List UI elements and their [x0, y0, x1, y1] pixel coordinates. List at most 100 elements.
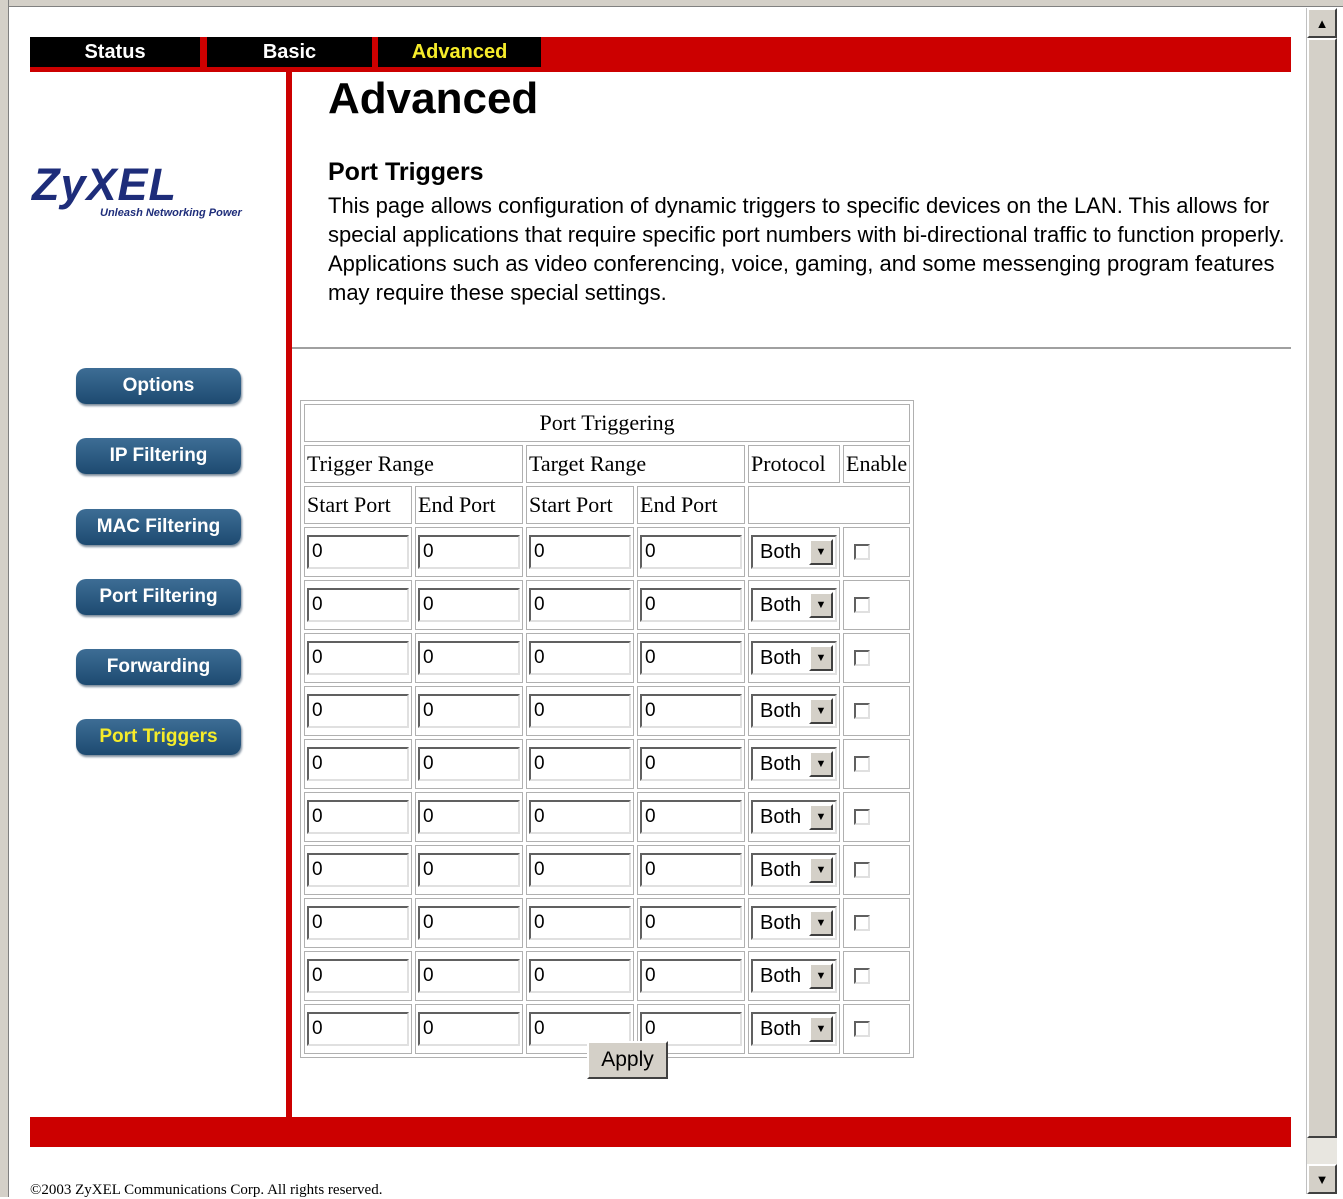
trigger-start-port-input[interactable] [307, 959, 409, 993]
target-end-port-input[interactable] [640, 535, 742, 569]
trigger-start-port-input[interactable] [307, 747, 409, 781]
target-end-port-input[interactable] [640, 959, 742, 993]
enable-checkbox[interactable] [854, 862, 870, 878]
chevron-down-icon[interactable]: ▼ [809, 1016, 833, 1042]
trigger-start-port-input[interactable] [307, 906, 409, 940]
protocol-select[interactable]: Both ▼ [751, 641, 837, 675]
sidebar-item-port-triggers[interactable]: Port Triggers [76, 719, 241, 755]
tab-basic[interactable]: Basic [207, 37, 372, 67]
table-caption: Port Triggering [304, 404, 911, 442]
window-frame-left [0, 0, 9, 1197]
copyright-text: ©2003 ZyXEL Communications Corp. All rig… [30, 1182, 383, 1198]
scroll-up-arrow-icon[interactable]: ▲ [1307, 8, 1337, 38]
sidebar-item-port-filtering[interactable]: Port Filtering [76, 579, 241, 615]
protocol-select[interactable]: Both ▼ [751, 959, 837, 993]
target-start-port-input[interactable] [529, 800, 631, 834]
port-cell [526, 686, 634, 736]
port-cell [415, 739, 523, 789]
chevron-down-icon[interactable]: ▼ [809, 698, 833, 724]
enable-checkbox[interactable] [854, 915, 870, 931]
trigger-end-port-input[interactable] [418, 959, 520, 993]
enable-checkbox[interactable] [854, 968, 870, 984]
target-start-port-input[interactable] [529, 694, 631, 728]
tab-advanced[interactable]: Advanced [378, 37, 541, 67]
trigger-end-port-input[interactable] [418, 853, 520, 887]
target-end-port-input[interactable] [640, 800, 742, 834]
vertical-scrollbar[interactable]: ▲ ▼ [1306, 8, 1337, 1194]
sidebar-item-mac-filtering[interactable]: MAC Filtering [76, 509, 241, 545]
table-row: Both ▼ [304, 527, 911, 577]
table-row: Both ▼ [304, 898, 911, 948]
enable-cell [843, 739, 911, 789]
protocol-select[interactable]: Both ▼ [751, 694, 837, 728]
trigger-end-port-input[interactable] [418, 535, 520, 569]
trigger-start-port-input[interactable] [307, 800, 409, 834]
target-start-port-input[interactable] [529, 641, 631, 675]
target-end-port-input[interactable] [640, 641, 742, 675]
chevron-down-icon[interactable]: ▼ [809, 857, 833, 883]
protocol-select[interactable]: Both ▼ [751, 535, 837, 569]
enable-checkbox[interactable] [854, 703, 870, 719]
target-start-port-input[interactable] [529, 906, 631, 940]
target-end-port-input[interactable] [640, 588, 742, 622]
target-start-port-input[interactable] [529, 959, 631, 993]
chevron-down-icon[interactable]: ▼ [809, 592, 833, 618]
enable-checkbox[interactable] [854, 1021, 870, 1037]
enable-checkbox[interactable] [854, 650, 870, 666]
protocol-cell: Both ▼ [748, 951, 840, 1001]
port-cell [526, 580, 634, 630]
target-start-port-input[interactable] [529, 747, 631, 781]
trigger-end-port-input[interactable] [418, 641, 520, 675]
trigger-end-port-input[interactable] [418, 588, 520, 622]
sidebar-item-forwarding[interactable]: Forwarding [76, 649, 241, 685]
enable-cell [843, 686, 911, 736]
target-start-port-input[interactable] [529, 535, 631, 569]
table-row: Both ▼ [304, 686, 911, 736]
trigger-start-port-input[interactable] [307, 1012, 409, 1046]
trigger-end-port-input[interactable] [418, 906, 520, 940]
port-cell [637, 792, 745, 842]
target-start-port-input[interactable] [529, 588, 631, 622]
target-start-port-input[interactable] [529, 853, 631, 887]
sidebar-item-options[interactable]: Options [76, 368, 241, 404]
trigger-start-port-input[interactable] [307, 694, 409, 728]
protocol-select[interactable]: Both ▼ [751, 1012, 837, 1046]
trigger-start-port-input[interactable] [307, 535, 409, 569]
target-end-port-input[interactable] [640, 694, 742, 728]
apply-button[interactable]: Apply [587, 1041, 668, 1079]
enable-checkbox[interactable] [854, 597, 870, 613]
chevron-down-icon[interactable]: ▼ [809, 645, 833, 671]
chevron-down-icon[interactable]: ▼ [809, 751, 833, 777]
trigger-start-port-input[interactable] [307, 641, 409, 675]
sidebar-item-ip-filtering[interactable]: IP Filtering [76, 438, 241, 474]
trigger-end-port-input[interactable] [418, 747, 520, 781]
trigger-end-port-input[interactable] [418, 800, 520, 834]
chevron-down-icon[interactable]: ▼ [809, 963, 833, 989]
scrollbar-thumb[interactable] [1307, 38, 1337, 1138]
trigger-start-port-input[interactable] [307, 853, 409, 887]
trigger-start-port-input[interactable] [307, 588, 409, 622]
chevron-down-icon[interactable]: ▼ [809, 539, 833, 565]
tab-status[interactable]: Status [30, 37, 200, 67]
protocol-select[interactable]: Both ▼ [751, 853, 837, 887]
trigger-end-port-input[interactable] [418, 1012, 520, 1046]
scroll-down-arrow-icon[interactable]: ▼ [1307, 1164, 1337, 1194]
enable-checkbox[interactable] [854, 544, 870, 560]
target-end-port-input[interactable] [640, 906, 742, 940]
port-cell [304, 951, 412, 1001]
protocol-select[interactable]: Both ▼ [751, 800, 837, 834]
target-end-port-input[interactable] [640, 747, 742, 781]
enable-checkbox[interactable] [854, 756, 870, 772]
port-cell [304, 898, 412, 948]
target-end-port-input[interactable] [640, 853, 742, 887]
trigger-end-port-input[interactable] [418, 694, 520, 728]
protocol-select[interactable]: Both ▼ [751, 906, 837, 940]
protocol-cell: Both ▼ [748, 633, 840, 683]
chevron-down-icon[interactable]: ▼ [809, 910, 833, 936]
top-nav-bar: Status Basic Advanced [30, 37, 1291, 72]
chevron-down-icon[interactable]: ▼ [809, 804, 833, 830]
protocol-select[interactable]: Both ▼ [751, 747, 837, 781]
protocol-select[interactable]: Both ▼ [751, 588, 837, 622]
enable-header: Enable [843, 445, 911, 483]
enable-checkbox[interactable] [854, 809, 870, 825]
